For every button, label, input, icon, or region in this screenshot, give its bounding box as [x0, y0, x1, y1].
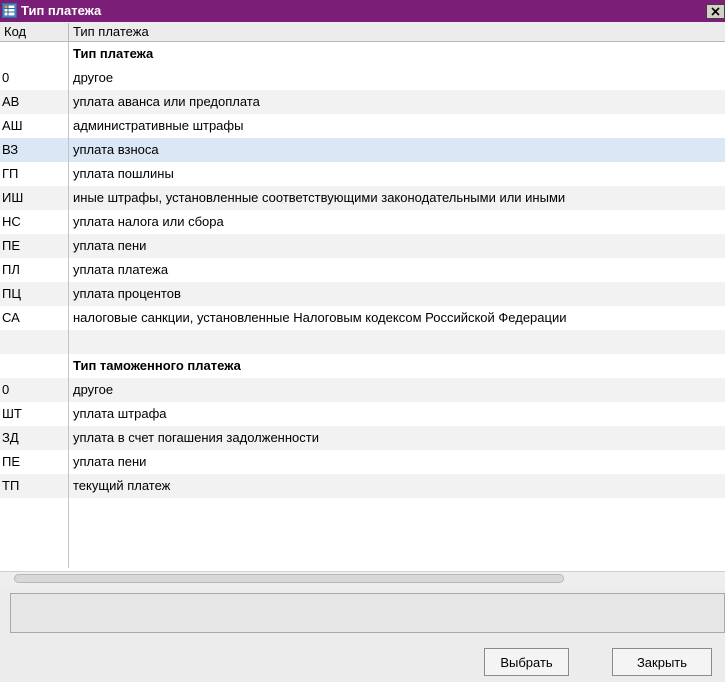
cell-name: другое — [73, 70, 114, 85]
cell-name: иные штрафы, установленные соответствующ… — [73, 190, 566, 205]
cell-name: уплата пошлины — [73, 166, 174, 181]
table-row[interactable]: НС уплата налога или сбора — [0, 210, 725, 234]
column-header-payment-type[interactable]: Тип платежа — [73, 25, 149, 39]
table-row-selected[interactable]: ВЗ уплата взноса — [0, 138, 725, 162]
cell-name: другое — [73, 382, 114, 397]
table-row[interactable]: ПЦ уплата процентов — [0, 282, 725, 306]
table-row[interactable]: СА налоговые санкции, установленные Нало… — [0, 306, 725, 330]
cell-name: налоговые санкции, установленные Налогов… — [73, 310, 567, 325]
window-title: Тип платежа — [21, 3, 102, 18]
cell-name: уплата аванса или предоплата — [73, 94, 260, 109]
cell-code: АВ — [2, 94, 20, 109]
close-button[interactable]: Закрыть — [612, 648, 712, 676]
cell-name: Тип платежа — [73, 46, 154, 61]
table-row[interactable]: АВ уплата аванса или предоплата — [0, 90, 725, 114]
table-row[interactable]: ИШ иные штрафы, установленные соответств… — [0, 186, 725, 210]
table-row-group-header[interactable]: Тип таможенного платежа — [0, 354, 725, 378]
table-row[interactable]: ЗД уплата в счет погашения задолженности — [0, 426, 725, 450]
description-panel — [10, 593, 725, 633]
cell-name: уплата штрафа — [73, 406, 167, 421]
horizontal-scrollbar[interactable] — [0, 571, 725, 587]
payment-type-dialog: Тип платежа Код Тип платежа Тип платежа … — [0, 0, 725, 682]
table-row[interactable]: ШТ уплата штрафа — [0, 402, 725, 426]
cell-code: 0 — [2, 70, 10, 85]
cell-name: уплата пени — [73, 238, 147, 253]
cell-code: ГП — [2, 166, 19, 181]
table-row[interactable]: ПЛ уплата платежа — [0, 258, 725, 282]
table-row[interactable]: ПЕ уплата пени — [0, 450, 725, 474]
cell-code: АШ — [2, 118, 23, 133]
cell-name: уплата налога или сбора — [73, 214, 224, 229]
table-row[interactable]: ПЕ уплата пени — [0, 234, 725, 258]
cell-code: НС — [2, 214, 21, 229]
cell-code: ПЦ — [2, 286, 21, 301]
scrollbar-thumb[interactable] — [14, 574, 564, 583]
column-divider — [68, 42, 69, 568]
cell-name: Тип таможенного платежа — [73, 358, 241, 373]
close-icon[interactable] — [706, 4, 725, 19]
cell-name: уплата в счет погашения задолженности — [73, 430, 319, 445]
cell-code: 0 — [2, 382, 10, 397]
column-separator[interactable] — [68, 23, 69, 42]
table-row[interactable]: ТП текущий платеж — [0, 474, 725, 498]
cell-code: ТП — [2, 478, 20, 493]
title-bar[interactable]: Тип платежа — [0, 0, 725, 22]
cell-code: ИШ — [2, 190, 24, 205]
table-row-empty[interactable] — [0, 330, 725, 354]
table-body: Тип платежа 0 другое АВ уплата аванса ил… — [0, 42, 725, 498]
cell-code: ПЕ — [2, 238, 21, 253]
cell-name: уплата пени — [73, 454, 147, 469]
cell-code: СА — [2, 310, 20, 325]
cell-name: административные штрафы — [73, 118, 244, 133]
cell-code: ШТ — [2, 406, 22, 421]
cell-code: ЗД — [2, 430, 19, 445]
table-row[interactable]: 0 другое — [0, 66, 725, 90]
table-row[interactable]: 0 другое — [0, 378, 725, 402]
cell-name: уплата взноса — [73, 142, 159, 157]
cell-code: ВЗ — [2, 142, 19, 157]
column-header-code[interactable]: Код — [4, 25, 26, 39]
table-row[interactable]: ГП уплата пошлины — [0, 162, 725, 186]
payment-type-table[interactable]: Код Тип платежа Тип платежа 0 другое АВ … — [0, 23, 725, 587]
cell-name: текущий платеж — [73, 478, 171, 493]
cell-name: уплата процентов — [73, 286, 181, 301]
table-header: Код Тип платежа — [0, 23, 725, 42]
cell-code: ПЕ — [2, 454, 21, 469]
table-row[interactable]: АШ административные штрафы — [0, 114, 725, 138]
cell-code: ПЛ — [2, 262, 20, 277]
select-button[interactable]: Выбрать — [484, 648, 569, 676]
cell-name: уплата платежа — [73, 262, 169, 277]
table-row-group-header[interactable]: Тип платежа — [0, 42, 725, 66]
table-icon — [2, 3, 17, 18]
